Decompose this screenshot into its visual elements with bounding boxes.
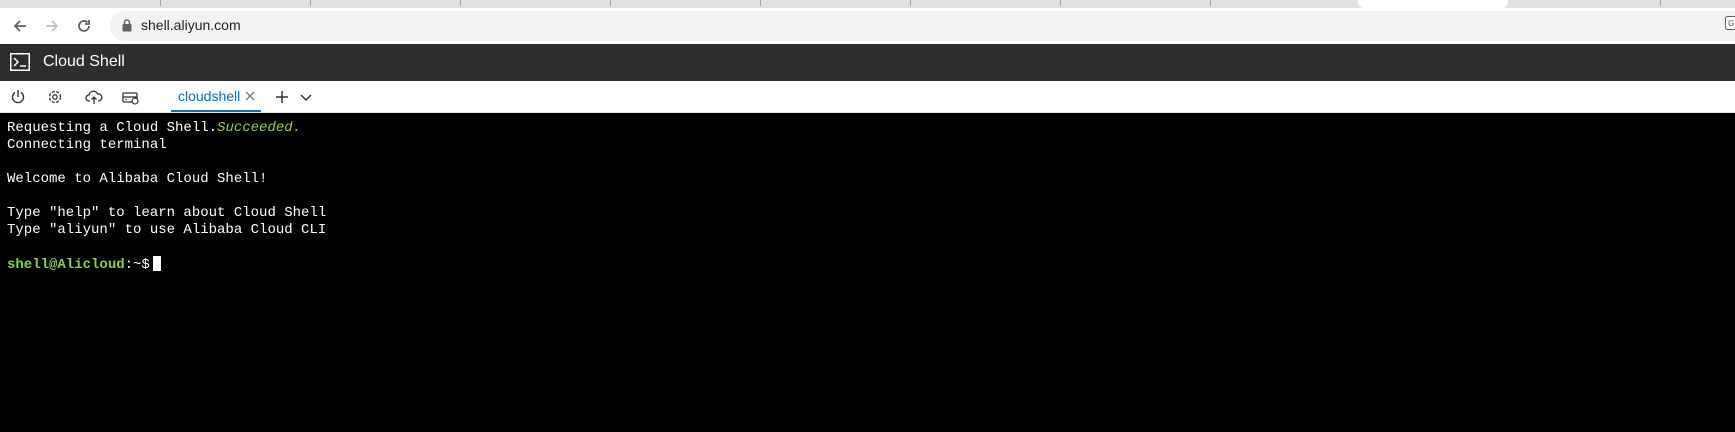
terminal-text: Requesting a Cloud Shell.	[7, 120, 218, 136]
tab-separator	[760, 0, 761, 6]
active-tab-indicator	[171, 110, 261, 112]
prompt-path: :~$	[124, 257, 150, 273]
terminal-line: Type "aliyun" to use Alibaba Cloud CLI	[7, 222, 327, 238]
forward-arrow-icon[interactable]	[42, 16, 62, 36]
storage-icon[interactable]	[121, 87, 141, 107]
chevron-down-icon[interactable]	[296, 87, 316, 107]
terminal-line: Connecting terminal	[7, 137, 167, 153]
terminal-icon	[10, 53, 30, 76]
shell-toolbar: cloudshell	[0, 81, 1735, 113]
prompt-line[interactable]: shell@Alicloud:~$	[7, 256, 161, 274]
tab-separator	[1660, 0, 1661, 6]
tab-separator	[160, 0, 161, 6]
terminal-line: Requesting a Cloud Shell.Succeeded.	[7, 120, 301, 137]
translate-icon[interactable]: G	[1725, 16, 1735, 30]
tab-cloudshell[interactable]: cloudshell	[171, 81, 261, 112]
prompt-user: shell@Alicloud	[7, 257, 125, 273]
tab-separator	[460, 0, 461, 6]
tab-separator	[1210, 0, 1211, 6]
tab-label: cloudshell	[178, 88, 241, 104]
address-bar-row: shell.aliyun.com G	[0, 8, 1735, 44]
omnibox[interactable]: shell.aliyun.com	[110, 11, 1735, 41]
gear-icon[interactable]	[45, 87, 65, 107]
cloud-upload-icon[interactable]	[84, 87, 104, 107]
status-succeeded: Succeeded.	[217, 120, 302, 136]
browser-tab-strip	[0, 0, 1735, 8]
back-arrow-icon[interactable]	[10, 16, 30, 36]
terminal-cursor	[152, 256, 161, 271]
close-icon[interactable]	[244, 89, 256, 107]
cloud-shell-header: Cloud Shell	[0, 44, 1735, 81]
tab-separator	[910, 0, 911, 6]
lock-icon[interactable]	[122, 19, 132, 37]
power-icon[interactable]	[8, 87, 28, 107]
svg-text:G: G	[1728, 19, 1734, 28]
plus-icon[interactable]	[272, 87, 292, 107]
reload-icon[interactable]	[74, 16, 94, 36]
terminal[interactable]: Requesting a Cloud Shell.Succeeded. Conn…	[0, 113, 1735, 432]
page-title: Cloud Shell	[43, 53, 125, 70]
terminal-line: Welcome to Alibaba Cloud Shell!	[7, 171, 268, 187]
tab-separator	[1060, 0, 1061, 6]
url-text[interactable]: shell.aliyun.com	[141, 17, 241, 33]
tab-separator	[610, 0, 611, 6]
browser-active-tab[interactable]	[1358, 0, 1508, 8]
terminal-line: Type "help" to learn about Cloud Shell	[7, 205, 327, 221]
tab-separator	[310, 0, 311, 6]
